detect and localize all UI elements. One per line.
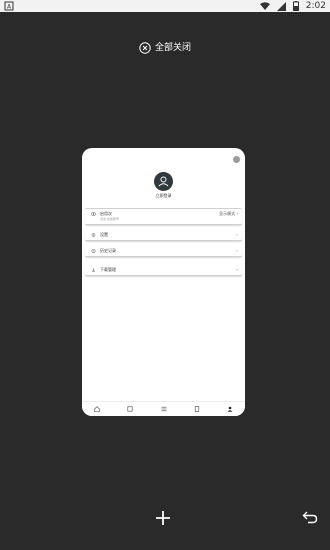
bottom-nav (82, 401, 245, 416)
row-title: 历史记录 (100, 248, 116, 253)
row-title: 下载管理 (100, 267, 116, 272)
status-bar: A 2:02 (0, 0, 330, 12)
card-close-icon[interactable] (233, 156, 240, 163)
tab-switcher-screen: A 2:02 全部关闭 立即登录 启用次 点击 切换账号 显示模式 › 设置 ›… (0, 0, 330, 550)
list-item[interactable]: 下载管理 › (85, 265, 242, 276)
a-icon: A (4, 1, 14, 11)
app-preview-card[interactable]: 立即登录 启用次 点击 切换账号 显示模式 › 设置 › 历史记录 › 下载管理… (82, 148, 245, 416)
row-value: › (236, 248, 238, 253)
list-item[interactable]: 启用次 点击 切换账号 显示模式 › (85, 208, 242, 225)
user-icon[interactable] (227, 406, 233, 412)
back-button[interactable] (302, 509, 318, 524)
avatar (154, 172, 173, 191)
wifi-icon (259, 1, 270, 10)
add-tab-button[interactable] (154, 509, 172, 527)
home-icon[interactable] (94, 406, 100, 412)
close-all-button[interactable]: 全部关闭 (139, 42, 191, 54)
book-icon[interactable] (127, 406, 133, 412)
doc-icon[interactable] (194, 406, 200, 412)
close-all-label: 全部关闭 (155, 43, 192, 53)
plus-icon (156, 511, 170, 525)
row-title: 设置 (100, 232, 108, 237)
status-time: 2:02 (305, 1, 326, 11)
return-arrow-icon (302, 511, 318, 524)
row-subtitle: 点击 切换账号 (100, 217, 119, 221)
menu-icon[interactable] (161, 406, 167, 412)
clock-icon (91, 249, 96, 253)
signal-icon (276, 1, 286, 11)
gear-icon (91, 233, 96, 237)
eye-icon (91, 212, 96, 216)
row-value: 显示模式 › (219, 211, 238, 216)
row-value: › (236, 267, 238, 272)
svg-text:A: A (7, 4, 12, 11)
row-title: 启用次 (100, 211, 112, 216)
list-item[interactable]: 历史记录 › (85, 246, 242, 257)
circle-x-icon (139, 42, 151, 54)
battery-icon (292, 1, 299, 11)
username: 立即登录 (155, 193, 172, 198)
list-item[interactable]: 设置 › (85, 230, 242, 241)
row-value: › (236, 232, 238, 237)
download-icon (92, 268, 95, 272)
